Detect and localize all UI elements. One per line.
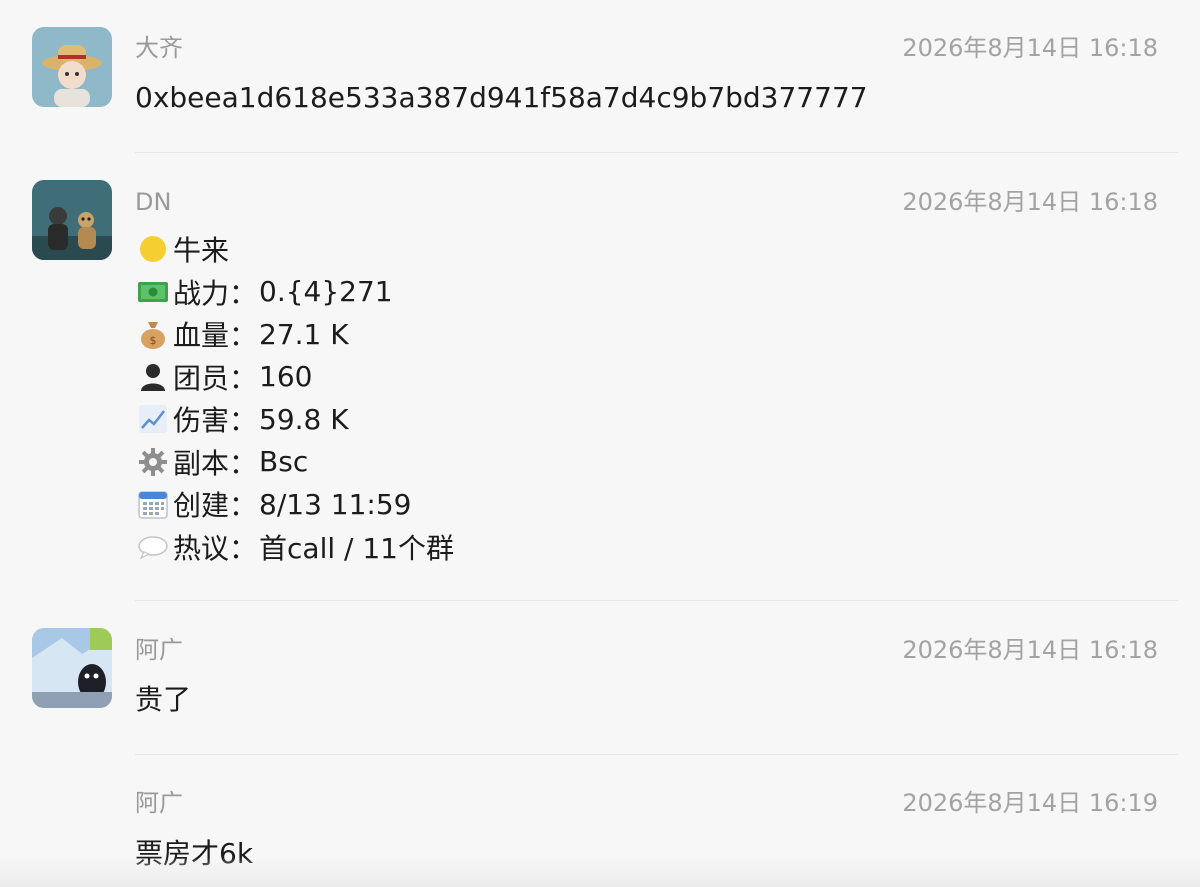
- info-label: 战力：: [173, 276, 258, 310]
- info-value: 59.8 K: [259, 402, 349, 436]
- sender-name: 阿广: [135, 636, 183, 664]
- info-value: 0.{4}271: [259, 275, 393, 309]
- sender-name: 大齐: [135, 34, 183, 62]
- chat-history: 大齐 2026年8月14日 16:18 0xbeea1d618e533a387d…: [0, 0, 1200, 887]
- info-label: 血量：: [173, 319, 258, 353]
- info-label: 副本：: [173, 446, 258, 480]
- info-value: Bsc: [259, 445, 309, 479]
- info-row-blood: $ 血量： 27.1 K: [135, 313, 454, 356]
- message-time: 2026年8月14日 16:18: [902, 34, 1158, 62]
- info-row-damage: 伤害： 59.8 K: [135, 398, 454, 441]
- message-text[interactable]: 贵了: [135, 682, 191, 718]
- message-divider: [135, 600, 1178, 601]
- avatar[interactable]: [32, 180, 112, 260]
- info-label: 牛来: [173, 234, 230, 268]
- chart-up-icon: [135, 401, 171, 437]
- sender-name: DN: [135, 188, 172, 216]
- info-label: 伤害：: [173, 404, 258, 438]
- info-value: 首call / 11个群: [259, 531, 454, 565]
- info-label: 团员：: [173, 361, 258, 395]
- info-label: 热议：: [173, 531, 258, 565]
- message-time: 2026年8月14日 16:18: [902, 188, 1158, 216]
- info-row-name: 牛来: [135, 228, 454, 271]
- message-divider: [135, 152, 1178, 153]
- bottom-shadow: [0, 857, 1200, 887]
- yellow-circle-icon: [135, 231, 171, 267]
- info-row-chain: 副本： Bsc: [135, 441, 454, 484]
- info-value: 27.1 K: [259, 317, 349, 351]
- info-value: 160: [259, 360, 313, 394]
- message-time: 2026年8月14日 16:18: [902, 636, 1158, 664]
- gear-icon: [135, 444, 171, 480]
- calendar-icon: [135, 486, 171, 522]
- person-icon: [135, 359, 171, 395]
- sender-name: 阿广: [135, 789, 183, 817]
- avatar[interactable]: [32, 628, 112, 708]
- speech-bubble-icon: [135, 529, 171, 565]
- info-row-hot: 热议： 首call / 11个群: [135, 526, 454, 569]
- message-divider: [135, 754, 1178, 755]
- message-time: 2026年8月14日 16:19: [902, 789, 1158, 817]
- token-info-card[interactable]: 牛来 战力： 0.{4}271 $ 血量： 27.1 K 团员： 160 伤害：…: [135, 228, 454, 568]
- svg-text:$: $: [150, 334, 157, 347]
- money-bag-icon: $: [135, 316, 171, 352]
- message-text[interactable]: 0xbeea1d618e533a387d941f58a7d4c9b7bd3777…: [135, 80, 868, 116]
- info-value: 8/13 11:59: [259, 487, 412, 521]
- money-bill-icon: [135, 274, 171, 310]
- avatar[interactable]: [32, 27, 112, 107]
- info-label: 创建：: [173, 489, 258, 523]
- info-row-members: 团员： 160: [135, 356, 454, 399]
- info-row-created: 创建： 8/13 11:59: [135, 483, 454, 526]
- info-row-power: 战力： 0.{4}271: [135, 271, 454, 314]
